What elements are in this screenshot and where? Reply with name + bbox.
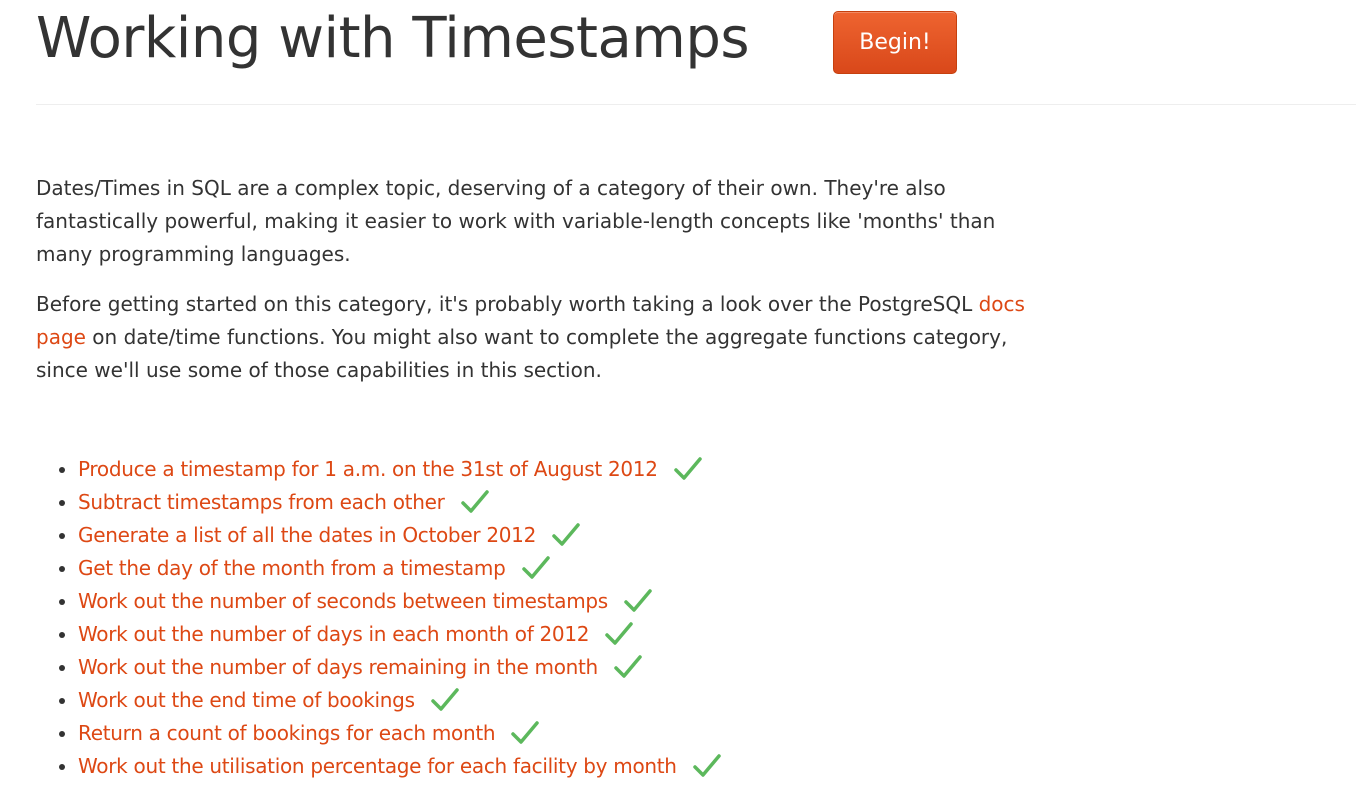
list-item: Work out the number of days remaining in… <box>78 651 721 684</box>
exercise-link[interactable]: Work out the number of seconds between t… <box>78 589 608 613</box>
check-icon <box>521 555 550 581</box>
list-item: Return a count of bookings for each mont… <box>78 717 721 750</box>
list-item: Subtract timestamps from each other <box>78 486 721 519</box>
intro-paragraph-docs: Before getting started on this category,… <box>36 288 1046 387</box>
list-item: Generate a list of all the dates in Octo… <box>78 519 721 552</box>
check-icon <box>605 621 633 647</box>
list-item: Work out the utilisation percentage for … <box>78 750 721 783</box>
list-item: Work out the number of days in each mont… <box>78 618 721 651</box>
exercise-link[interactable]: Work out the number of days in each mont… <box>78 622 590 646</box>
check-icon <box>430 687 459 713</box>
exercise-link[interactable]: Subtract timestamps from each other <box>78 490 445 514</box>
list-item: Produce a timestamp for 1 a.m. on the 31… <box>78 453 721 486</box>
check-icon <box>673 456 702 482</box>
check-icon <box>511 720 540 746</box>
check-icon <box>614 654 642 680</box>
exercise-link[interactable]: Produce a timestamp for 1 a.m. on the 31… <box>78 457 658 481</box>
exercise-link[interactable]: Return a count of bookings for each mont… <box>78 721 496 745</box>
exercise-link[interactable]: Get the day of the month from a timestam… <box>78 556 506 580</box>
exercise-link[interactable]: Work out the number of days remaining in… <box>78 655 598 679</box>
list-item: Get the day of the month from a timestam… <box>78 552 721 585</box>
list-item: Work out the end time of bookings <box>78 684 721 717</box>
intro-text-before-link: Before getting started on this category,… <box>36 292 979 316</box>
exercise-link[interactable]: Work out the end time of bookings <box>78 688 415 712</box>
exercise-link[interactable]: Generate a list of all the dates in Octo… <box>78 523 536 547</box>
exercise-link[interactable]: Work out the utilisation percentage for … <box>78 754 677 778</box>
begin-button[interactable]: Begin! <box>833 11 957 74</box>
intro-text-after-link: on date/time functions. You might also w… <box>36 325 1008 382</box>
check-icon <box>460 489 489 515</box>
page-header: Working with Timestamps Begin! <box>36 0 1356 105</box>
check-icon <box>552 522 580 548</box>
intro-paragraph: Dates/Times in SQL are a complex topic, … <box>36 176 996 266</box>
list-item: Work out the number of seconds between t… <box>78 585 721 618</box>
check-icon <box>692 753 721 779</box>
page-title: Working with Timestamps <box>36 6 750 71</box>
intro-section: Dates/Times in SQL are a complex topic, … <box>36 172 1046 404</box>
exercise-list: Produce a timestamp for 1 a.m. on the 31… <box>36 453 721 783</box>
check-icon <box>624 588 652 614</box>
